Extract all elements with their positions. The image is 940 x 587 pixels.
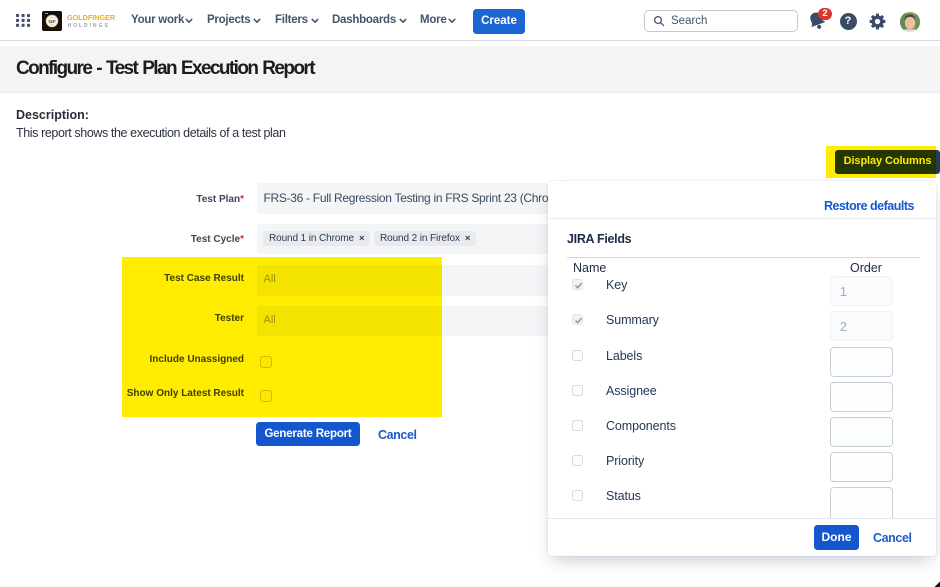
svg-text:GF: GF [49,19,55,24]
